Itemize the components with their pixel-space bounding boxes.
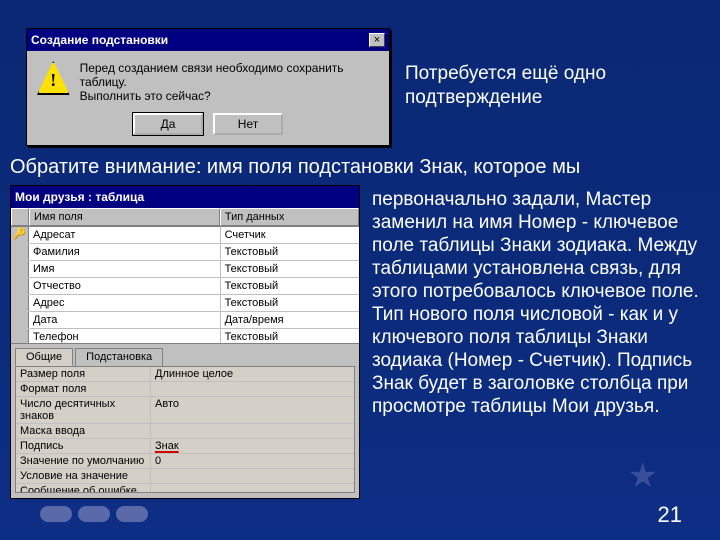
property-key: Условие на значение (16, 469, 151, 483)
confirm-dialog: Создание подстановки × Перед созданием с… (26, 28, 390, 146)
property-key: Маска ввода (16, 424, 151, 438)
dialog-body: Перед созданием связи необходимо сохрани… (27, 51, 389, 107)
property-value[interactable]: Знак (151, 439, 354, 453)
row-selector[interactable] (11, 244, 29, 260)
field-name[interactable]: Адресат (29, 227, 221, 243)
property-tabs: Общие Подстановка (11, 344, 359, 366)
property-value[interactable] (151, 484, 354, 493)
property-value[interactable] (151, 424, 354, 438)
note-text: Потребуется ещё одно подтверждение (405, 62, 708, 110)
attention-line: Обратите внимание: имя поля подстановки … (10, 155, 708, 179)
page-number: 21 (658, 504, 682, 526)
dialog-message-line1: Перед созданием связи необходимо сохрани… (80, 61, 379, 89)
property-key: Число десятичных знаков (16, 397, 151, 423)
row-selector[interactable] (11, 278, 29, 294)
row-selector-header (11, 208, 29, 226)
field-type[interactable]: Счетчик (221, 227, 359, 243)
no-button[interactable]: Нет (213, 113, 283, 135)
row-selector[interactable] (11, 295, 29, 311)
field-type[interactable]: Текстовый (221, 295, 359, 311)
property-row[interactable]: Формат поля (16, 382, 354, 397)
dialog-message-line2: Выполнить это сейчас? (80, 89, 379, 103)
dialog-buttons: Да Нет (27, 107, 389, 145)
property-row[interactable]: Число десятичных знаковАвто (16, 397, 354, 424)
tablewin-title: Мои друзья : таблица (15, 188, 144, 206)
row-selector[interactable]: 🔑 (11, 227, 29, 243)
col-name-header: Имя поля (29, 208, 220, 226)
table-design-window: Мои друзья : таблица Имя поля Тип данных… (10, 185, 360, 499)
property-row[interactable]: ПодписьЗнак (16, 439, 354, 454)
field-name[interactable]: Дата (29, 312, 221, 328)
dialog-titlebar: Создание подстановки × (27, 29, 389, 51)
row-selector[interactable] (11, 261, 29, 277)
property-row[interactable]: Условие на значение (16, 469, 354, 484)
field-type[interactable]: Текстовый (221, 278, 359, 294)
property-row[interactable]: Сообщение об ошибке (16, 484, 354, 493)
property-value[interactable] (151, 382, 354, 396)
table-row[interactable]: ФамилияТекстовый (11, 244, 359, 261)
yes-button[interactable]: Да (133, 113, 203, 135)
tablewin-titlebar: Мои друзья : таблица (11, 186, 359, 208)
property-key: Размер поля (16, 367, 151, 381)
field-type[interactable]: Текстовый (221, 244, 359, 260)
nav-pill[interactable] (40, 506, 72, 522)
nav-pill[interactable] (116, 506, 148, 522)
property-key: Подпись (16, 439, 151, 453)
close-icon[interactable]: × (369, 33, 385, 47)
property-row[interactable]: Маска ввода (16, 424, 354, 439)
property-grid: Размер поляДлинное целоеФормат поляЧисло… (15, 366, 355, 493)
field-type[interactable]: Дата/время (221, 312, 359, 328)
field-name[interactable]: Имя (29, 261, 221, 277)
field-name[interactable]: Адрес (29, 295, 221, 311)
table-row[interactable]: ИмяТекстовый (11, 261, 359, 278)
table-row[interactable]: АдресТекстовый (11, 295, 359, 312)
property-value[interactable]: Длинное целое (151, 367, 354, 381)
table-row[interactable]: ДатаДата/время (11, 312, 359, 329)
tab-general[interactable]: Общие (15, 348, 73, 366)
property-key: Формат поля (16, 382, 151, 396)
field-name[interactable]: Фамилия (29, 244, 221, 260)
property-key: Значение по умолчанию (16, 454, 151, 468)
property-key: Сообщение об ошибке (16, 484, 151, 493)
field-type[interactable]: Текстовый (221, 261, 359, 277)
property-row[interactable]: Значение по умолчанию0 (16, 454, 354, 469)
warning-icon (37, 61, 70, 95)
grid-header: Имя поля Тип данных (11, 208, 359, 227)
dialog-message: Перед созданием связи необходимо сохрани… (80, 61, 379, 103)
property-value[interactable]: 0 (151, 454, 354, 468)
field-name[interactable]: Отчество (29, 278, 221, 294)
col-type-header: Тип данных (220, 208, 359, 226)
property-row[interactable]: Размер поляДлинное целое (16, 367, 354, 382)
dialog-title: Создание подстановки (31, 31, 168, 49)
field-properties: Общие Подстановка Размер поляДлинное цел… (11, 343, 359, 498)
table-row[interactable]: ОтчествоТекстовый (11, 278, 359, 295)
property-value[interactable] (151, 469, 354, 483)
nav-pill[interactable] (78, 506, 110, 522)
property-value[interactable]: Авто (151, 397, 354, 423)
explanation-paragraph: первоначально задали, Мастер заменил на … (372, 188, 702, 418)
nav-pills (40, 506, 148, 522)
tab-lookup[interactable]: Подстановка (75, 348, 163, 366)
row-selector[interactable] (11, 312, 29, 328)
table-row[interactable]: 🔑АдресатСчетчик (11, 227, 359, 244)
star-icon: ★ (628, 456, 658, 496)
